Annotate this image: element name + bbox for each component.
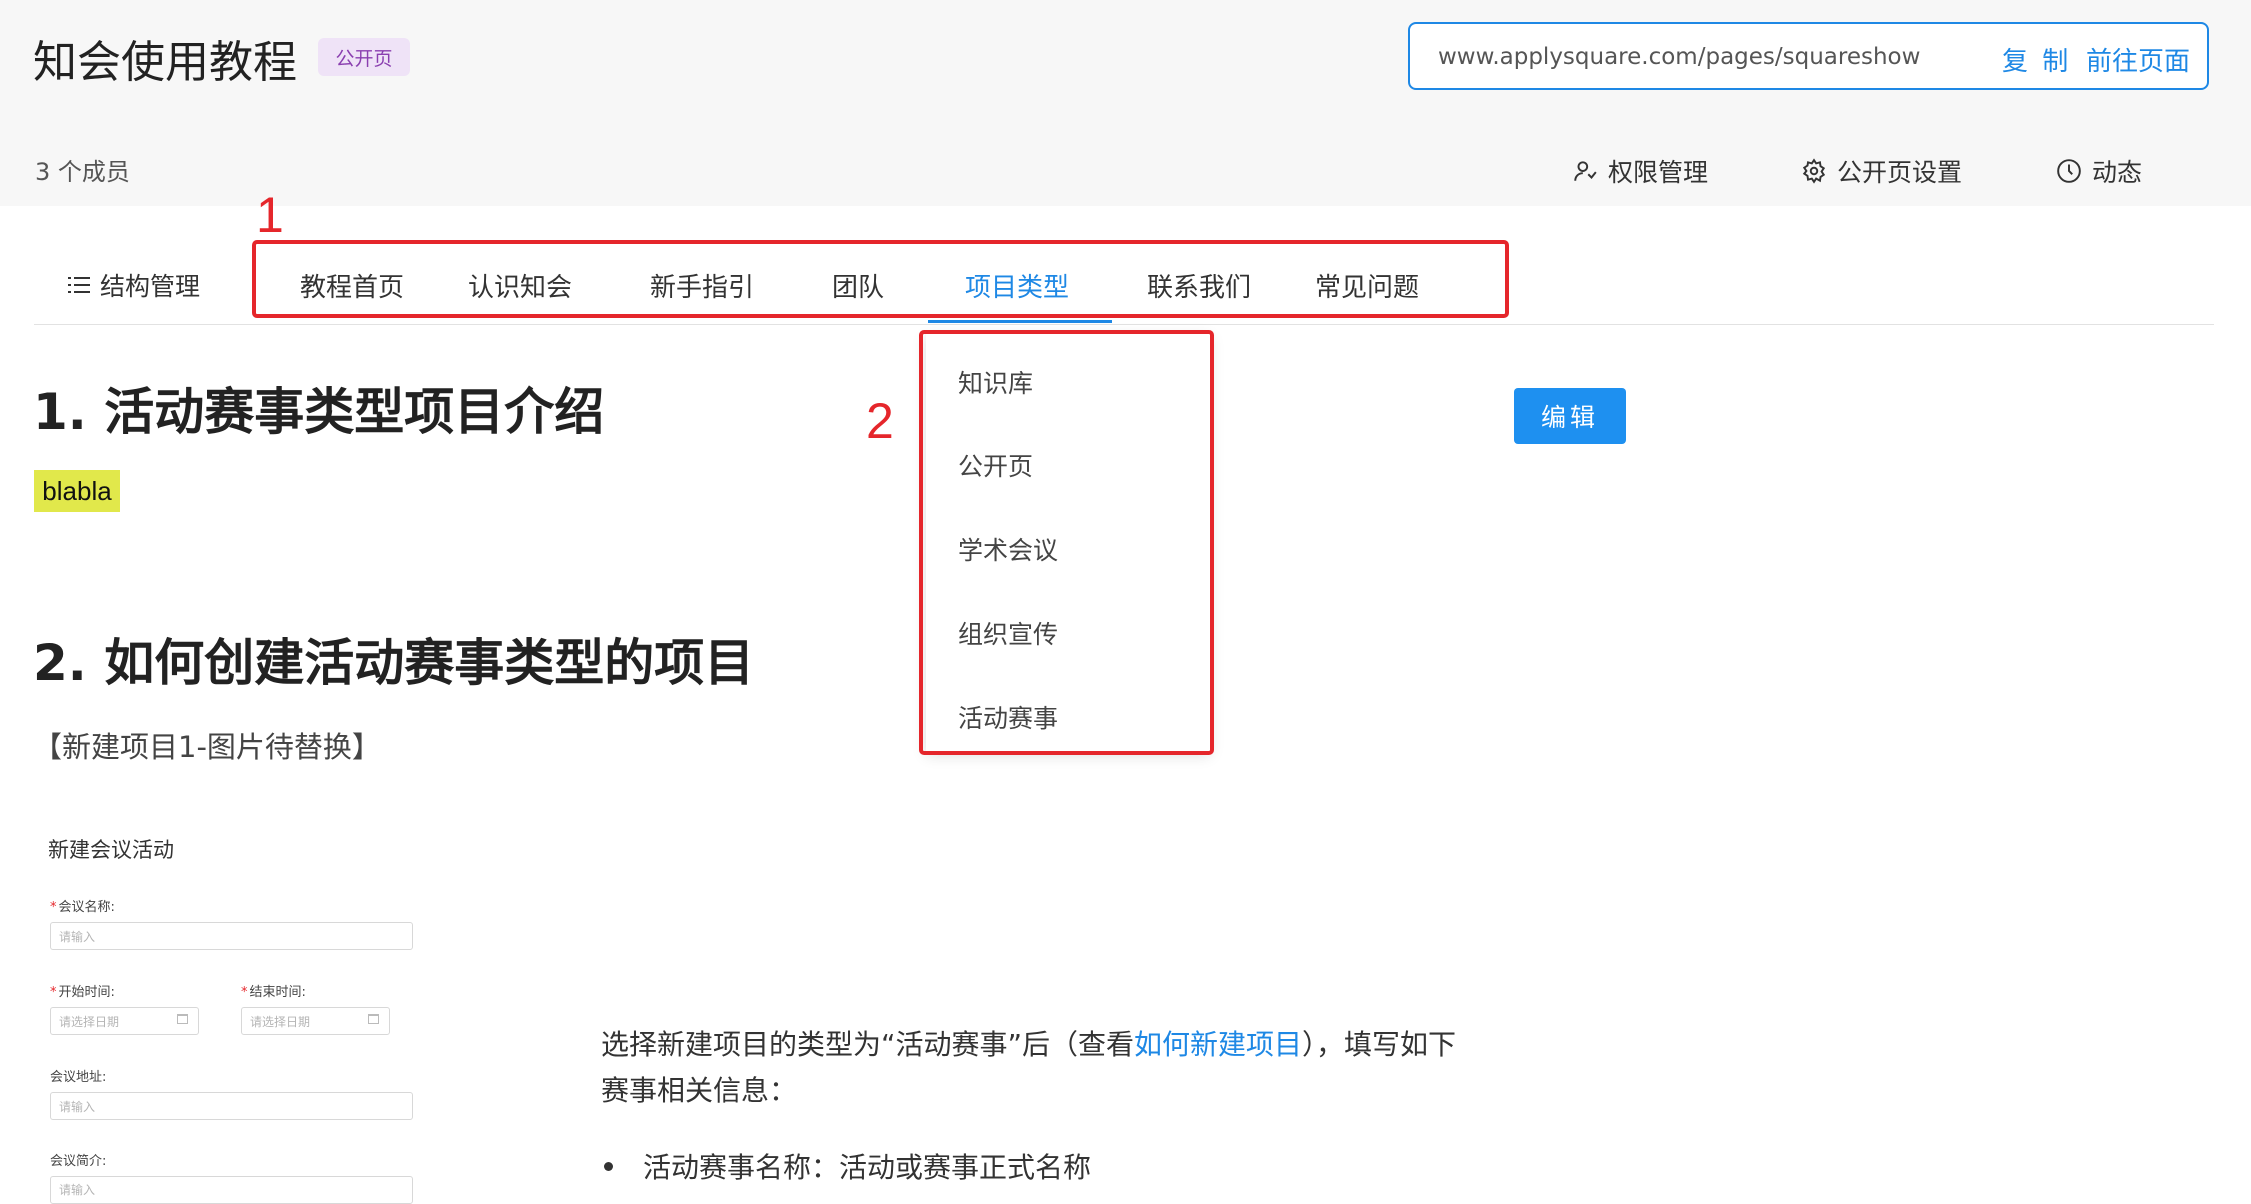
start-date-placeholder: 请选择日期 <box>59 1014 120 1029</box>
calendar-icon <box>177 1014 188 1024</box>
annotation-number-2: 2 <box>866 393 894 449</box>
highlighted-text: blabla <box>34 470 120 512</box>
nav-divider <box>34 324 2214 325</box>
activity-label: 动态 <box>2092 158 2143 187</box>
user-permission-icon <box>1574 161 1597 181</box>
instruction-paragraph: 选择新建项目的类型为“活动赛事”后（查看如何新建项目），填写如下赛事相关信息： <box>601 1028 1457 1107</box>
meeting-name-label: * 会议名称: <box>50 900 115 915</box>
meeting-intro-input[interactable]: 请输入 <box>50 1176 413 1204</box>
section-heading-1: 1. 活动赛事类型项目介绍 <box>33 383 605 441</box>
end-time-label: * 结束时间: <box>241 985 306 1000</box>
section-heading-2: 2. 如何创建活动赛事类型的项目 <box>33 634 755 692</box>
annotation-box-dropdown <box>919 330 1214 755</box>
public-page-badge: 公开页 <box>318 38 410 76</box>
end-date-placeholder: 请选择日期 <box>250 1014 311 1029</box>
form-title: 新建会议活动 <box>48 838 174 862</box>
edit-button[interactable]: 编辑 <box>1514 388 1626 444</box>
clock-icon <box>2057 159 2081 183</box>
member-count: 3 个成员 <box>35 158 130 186</box>
calendar-icon <box>368 1014 379 1024</box>
meeting-address-label: 会议地址: <box>50 1070 107 1085</box>
permission-management-button[interactable]: 权限管理 <box>1572 153 1708 189</box>
annotation-number-1: 1 <box>256 187 284 243</box>
how-to-create-project-link[interactable]: 如何新建项目 <box>1134 1028 1302 1061</box>
gear-icon <box>1802 158 1826 184</box>
end-date-picker[interactable]: 请选择日期 <box>241 1007 390 1035</box>
page-title: 知会使用教程 <box>33 37 297 88</box>
meeting-intro-label: 会议简介: <box>50 1154 107 1169</box>
activity-button[interactable]: 动态 <box>2056 153 2142 189</box>
active-tab-indicator <box>928 320 1112 323</box>
public-page-settings-button[interactable]: 公开页设置 <box>1801 153 1962 189</box>
start-date-picker[interactable]: 请选择日期 <box>50 1007 199 1035</box>
page-url: www.applysquare.com/pages/squareshow <box>1438 44 1921 70</box>
start-time-label: * 开始时间: <box>50 985 115 1000</box>
public-page-settings-label: 公开页设置 <box>1837 158 1963 187</box>
structure-management-button[interactable]: 结构管理 <box>68 267 200 303</box>
meeting-address-input[interactable]: 请输入 <box>50 1092 413 1120</box>
list-icon <box>68 277 90 293</box>
bullet-dot <box>604 1161 613 1171</box>
list-item: 活动赛事名称：活动或赛事正式名称 <box>604 1146 1091 1186</box>
meeting-name-input[interactable]: 请输入 <box>50 922 413 950</box>
url-share-box: www.applysquare.com/pages/squareshow 复 制… <box>1408 22 2209 90</box>
copy-url-button[interactable]: 复 制 <box>2002 41 2071 78</box>
permission-management-label: 权限管理 <box>1608 158 1709 187</box>
structure-management-label: 结构管理 <box>100 272 201 301</box>
annotation-box-tabs <box>252 240 1509 318</box>
goto-page-button[interactable]: 前往页面 <box>2086 41 2190 78</box>
image-placeholder-note: 【新建项目1-图片待替换】 <box>33 730 381 764</box>
